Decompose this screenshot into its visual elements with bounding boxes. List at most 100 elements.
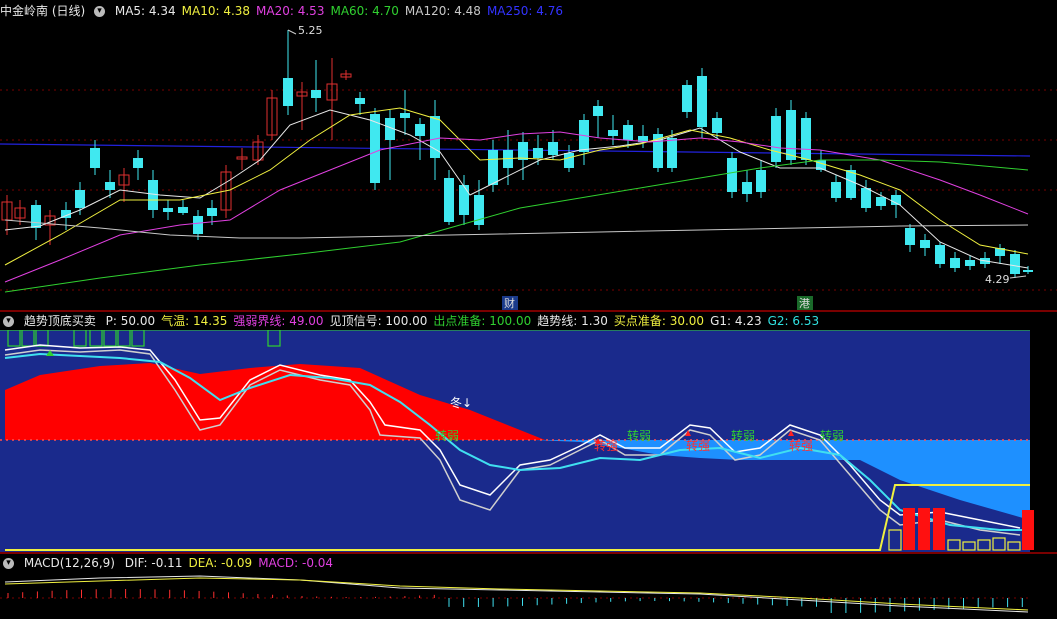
indicator-param: 见顶信号: 100.00: [329, 314, 428, 328]
winter-label: 冬↓: [450, 395, 472, 410]
candle-body: [518, 142, 528, 160]
indicator-param: G1: 4.23: [710, 314, 762, 328]
indicator-param: 出点准备: 100.00: [433, 314, 532, 328]
candle-body: [355, 98, 365, 104]
ma60-line: [4, 159, 1029, 293]
macd-title[interactable]: MACD(12,26,9): [24, 556, 115, 570]
candle-body: [861, 188, 871, 208]
right-margin: [1030, 330, 1057, 552]
candle-body: [105, 182, 115, 190]
candle-body: [1023, 270, 1033, 272]
candle-body: [1010, 254, 1020, 274]
indicator-params: P: 50.00 气温: 14.35 强弱界线: 49.00 见顶信号: 100.00…: [106, 314, 825, 328]
indicator-title[interactable]: 趋势顶底买卖: [24, 314, 96, 328]
low-price-label: 4.29: [985, 273, 1010, 286]
candle-body: [163, 208, 173, 212]
candle-body: [846, 170, 856, 198]
indicator-param: 买点准备: 30.00: [613, 314, 705, 328]
candle-body: [682, 85, 692, 112]
indicator-settings-icon[interactable]: ▾: [94, 6, 106, 17]
main-chart-header: 中金岭南 (日线) ▾ MA5: 4.34 MA10: 4.38 MA20: 4.5…: [0, 2, 575, 20]
candle-body: [75, 190, 85, 208]
candle-body: [207, 208, 217, 216]
ma250-line: [0, 143, 1031, 157]
macd-param: DIF: -0.11: [124, 556, 183, 570]
buy-signal-bar: [903, 508, 915, 550]
buy-signal-bar: [918, 508, 930, 550]
candle-body: [593, 106, 603, 116]
candle-body: [667, 138, 677, 168]
candle-body: [548, 142, 558, 155]
marker-gang: 港: [799, 297, 810, 310]
trend-indicator-chart[interactable]: 冬↓转弱 转弱 转弱 转弱转强 转强 转强: [0, 330, 1057, 552]
indicator-param: 趋势线: 1.30: [537, 314, 608, 328]
ma-label: MA10: 4.38: [181, 4, 251, 18]
indicator-param: 气温: 14.35: [161, 314, 228, 328]
candle-body: [920, 240, 930, 248]
candle-body: [488, 150, 498, 185]
buy-signal-bar: [933, 508, 945, 550]
candle-body: [459, 185, 469, 215]
marker-cai: 财: [504, 296, 515, 310]
candle-body: [771, 116, 781, 162]
indicator-settings-icon[interactable]: ▾: [3, 316, 14, 327]
candle-body: [831, 182, 841, 198]
candle-body: [133, 158, 143, 168]
macd-param: DEA: -0.09: [188, 556, 253, 570]
candle-body: [311, 90, 321, 98]
candle-body: [756, 170, 766, 192]
stock-title[interactable]: 中金岭南 (日线): [0, 4, 85, 18]
high-pointer: [287, 29, 297, 35]
candle-body: [31, 205, 41, 228]
dif-line: [4, 575, 1029, 613]
candle-body: [283, 78, 293, 106]
weak-label: 转弱: [435, 428, 459, 443]
weak-label: 转弱: [731, 428, 755, 443]
macd-header: ▾ MACD(12,26,9) DIF: -0.11 DEA: -0.09 MACD…: [0, 554, 345, 572]
strong-label: 转强: [789, 438, 813, 453]
candle-body: [400, 113, 410, 118]
candle-body: [178, 207, 188, 213]
high-price-label: 5.25: [298, 24, 323, 37]
candle-body: [564, 153, 574, 168]
ma-label: MA250: 4.76: [486, 4, 563, 18]
price-chart[interactable]: 5.25 4.29 财 港: [0, 20, 1057, 310]
ma-label: MA20: 4.53: [256, 4, 325, 18]
dea-line: [4, 577, 1029, 611]
ma-label: MA5: 4.34: [114, 4, 176, 18]
candle-body: [608, 130, 618, 136]
ma-label: MA60: 4.70: [330, 4, 399, 18]
candle-body: [90, 148, 100, 168]
indicator-header: ▾ 趋势顶底买卖 P: 50.00 气温: 14.35 强弱界线: 49.00 见顶信…: [0, 312, 831, 330]
candle-body: [801, 118, 811, 160]
candle-body: [905, 228, 915, 245]
low-pointer: [1009, 275, 1027, 279]
candle-body: [950, 258, 960, 268]
macd-params: DIF: -0.11 DEA: -0.09 MACD: -0.04: [125, 556, 339, 570]
macd-chart[interactable]: [0, 572, 1057, 619]
ma-indicator-list: MA5: 4.34 MA10: 4.38 MA20: 4.53 MA60: 4.70 M…: [115, 4, 569, 18]
indicator-settings-icon[interactable]: ▾: [3, 558, 14, 569]
weak-label: 转弱: [820, 428, 844, 443]
candle-body: [935, 245, 945, 264]
indicator-param: 强弱界线: 49.00: [233, 314, 324, 328]
indicator-param: P: 50.00: [105, 314, 156, 328]
candle-body: [876, 197, 886, 206]
ma5-line: [4, 109, 1029, 269]
strong-label: 转强: [686, 438, 710, 453]
candle-body: [533, 148, 543, 158]
candle-body: [623, 125, 633, 140]
buy-signal-bar: [1022, 510, 1034, 550]
ma10-line: [4, 107, 1029, 266]
candle-body: [697, 76, 707, 127]
candle-body: [712, 118, 722, 133]
candle-body: [742, 182, 752, 194]
candle-body: [727, 158, 737, 192]
ma-label: MA120: 4.48: [404, 4, 481, 18]
candle-body: [786, 110, 796, 160]
candle-body: [965, 260, 975, 266]
candle-body: [444, 178, 454, 222]
indicator-param: G2: 6.53: [767, 314, 820, 328]
candle-body: [193, 216, 203, 234]
weak-label: 转弱: [627, 428, 651, 443]
